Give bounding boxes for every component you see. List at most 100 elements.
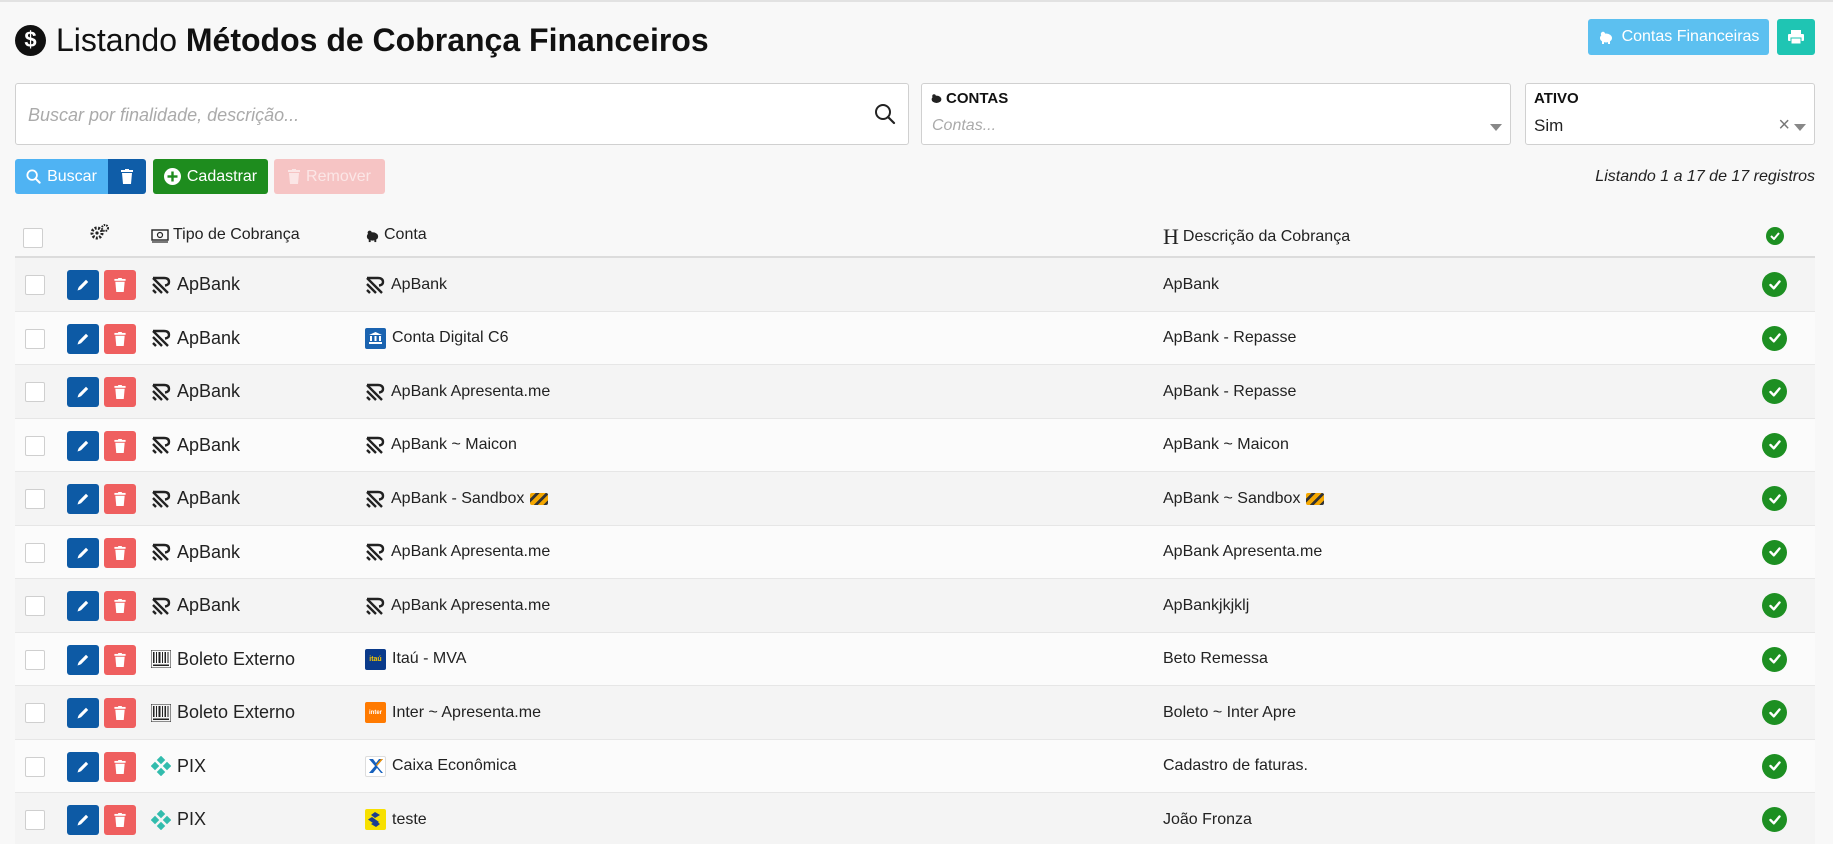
cell-ativo xyxy=(1762,686,1787,739)
cell-ativo xyxy=(1762,472,1787,525)
cell-tipo: PIX xyxy=(151,793,206,844)
apbank-logo-icon xyxy=(365,436,385,454)
cell-descricao: Beto Remessa xyxy=(1163,633,1268,686)
edit-button[interactable] xyxy=(67,805,99,835)
row-checkbox[interactable] xyxy=(25,382,45,402)
row-checkbox[interactable] xyxy=(25,810,45,830)
chevron-down-icon[interactable] xyxy=(1794,124,1806,131)
delete-button[interactable] xyxy=(104,805,136,835)
trash-icon xyxy=(114,599,126,613)
delete-button[interactable] xyxy=(104,323,136,354)
apbank-logo-icon xyxy=(365,276,385,294)
cell-conta: Caixa Econômica xyxy=(365,740,517,793)
row-checkbox[interactable] xyxy=(25,649,45,670)
select-all-checkbox[interactable] xyxy=(23,228,43,248)
cell-descricao-label: Boleto ~ Inter Apre xyxy=(1163,703,1296,721)
delete-button[interactable] xyxy=(104,430,136,461)
cell-descricao: ApBank ~ Sandbox xyxy=(1163,472,1325,525)
cell-tipo: ApBank xyxy=(151,472,240,525)
cell-conta: ApBank ~ Maicon xyxy=(365,419,517,472)
edit-button[interactable] xyxy=(67,644,99,675)
search-input[interactable] xyxy=(28,102,848,128)
edit-button[interactable] xyxy=(67,698,99,728)
row-checkbox[interactable] xyxy=(25,435,45,456)
cadastrar-button[interactable]: Cadastrar xyxy=(153,159,268,194)
remover-button[interactable]: Remover xyxy=(274,159,385,194)
delete-button[interactable] xyxy=(104,484,136,514)
cell-tipo-label: ApBank xyxy=(177,488,241,508)
delete-button[interactable] xyxy=(104,751,136,782)
cell-tipo: Boleto Externo xyxy=(151,633,295,686)
banco-do-brasil-logo-icon xyxy=(365,809,386,830)
row-checkbox[interactable] xyxy=(25,328,45,349)
table-row: Boleto Externo itaú Itaú - MVA Beto Reme… xyxy=(15,632,1815,686)
row-checkbox[interactable] xyxy=(25,275,45,295)
cell-tipo: PIX xyxy=(151,740,206,793)
page-title: $ Listando Métodos de Cobrança Financeir… xyxy=(15,22,709,58)
cell-ativo xyxy=(1762,365,1787,418)
delete-button[interactable] xyxy=(104,644,136,675)
header-ativo xyxy=(1766,227,1784,245)
print-button[interactable] xyxy=(1777,19,1815,55)
cell-descricao-label: ApBank Apresenta.me xyxy=(1163,543,1323,560)
piggy-bank-icon xyxy=(931,94,942,103)
row-checkbox[interactable] xyxy=(25,542,45,563)
remover-label: Remover xyxy=(306,167,371,185)
edit-button[interactable] xyxy=(67,751,99,782)
delete-button[interactable] xyxy=(104,537,136,568)
edit-button[interactable] xyxy=(67,270,99,300)
cell-conta-label: ApBank Apresenta.me xyxy=(391,596,551,614)
cell-tipo: ApBank xyxy=(151,419,240,472)
cell-conta: ApBank - Sandbox xyxy=(365,472,549,525)
edit-button[interactable] xyxy=(67,323,99,354)
check-circle-icon xyxy=(1762,700,1787,725)
edit-button[interactable] xyxy=(67,484,99,514)
cell-descricao: ApBank - Repasse xyxy=(1163,365,1296,418)
pencil-icon xyxy=(76,278,90,292)
apbank-logo-icon xyxy=(151,543,171,561)
ativo-filter[interactable]: ATIVO Sim × xyxy=(1525,83,1815,145)
clear-filters-button[interactable] xyxy=(108,159,146,194)
piggy-bank-icon xyxy=(366,230,379,242)
edit-button[interactable] xyxy=(67,430,99,461)
delete-button[interactable] xyxy=(104,591,136,621)
search-field[interactable] xyxy=(15,83,909,145)
delete-button[interactable] xyxy=(104,270,136,300)
clear-icon[interactable]: × xyxy=(1778,115,1790,135)
gears-icon xyxy=(90,224,110,240)
edit-button[interactable] xyxy=(67,537,99,568)
apbank-logo-icon xyxy=(151,276,171,294)
cell-conta-label: ApBank ~ Maicon xyxy=(391,436,517,453)
check-circle-icon xyxy=(1766,227,1784,245)
apbank-logo-icon xyxy=(151,597,171,615)
chevron-down-icon[interactable] xyxy=(1490,124,1502,131)
header-descricao: H Descrição da Cobrança xyxy=(1163,226,1350,248)
cell-ativo xyxy=(1762,526,1787,579)
row-checkbox[interactable] xyxy=(25,596,45,616)
cell-descricao: ApBank ~ Maicon xyxy=(1163,419,1289,472)
cell-descricao: ApBank Apresenta.me xyxy=(1163,526,1322,579)
buscar-button[interactable]: Buscar xyxy=(15,159,108,194)
cell-ativo xyxy=(1762,633,1787,686)
header-descricao-label: Descrição da Cobrança xyxy=(1182,228,1351,245)
dollar-circle-icon: $ xyxy=(15,24,46,56)
row-checkbox[interactable] xyxy=(25,489,45,509)
delete-button[interactable] xyxy=(104,377,136,407)
pencil-icon xyxy=(76,385,90,399)
cell-descricao-label: ApBank - Repasse xyxy=(1163,382,1297,400)
cell-tipo: ApBank xyxy=(151,579,240,632)
cell-ativo xyxy=(1762,258,1787,311)
search-icon[interactable] xyxy=(874,103,896,125)
contas-filter[interactable]: CONTAS Contas... xyxy=(921,83,1511,145)
row-checkbox[interactable] xyxy=(25,756,45,777)
row-checkbox[interactable] xyxy=(25,703,45,723)
title-prefix: Listando xyxy=(56,21,177,58)
edit-button[interactable] xyxy=(67,377,99,407)
edit-button[interactable] xyxy=(67,591,99,621)
delete-button[interactable] xyxy=(104,698,136,728)
cell-descricao-label: Beto Remessa xyxy=(1163,650,1268,667)
ativo-filter-label: ATIVO xyxy=(1534,90,1579,107)
contas-financeiras-button[interactable]: Contas Financeiras xyxy=(1588,19,1769,55)
cell-conta: ApBank Apresenta.me xyxy=(365,526,550,579)
cell-descricao-label: Cadastro de faturas. xyxy=(1163,757,1308,774)
